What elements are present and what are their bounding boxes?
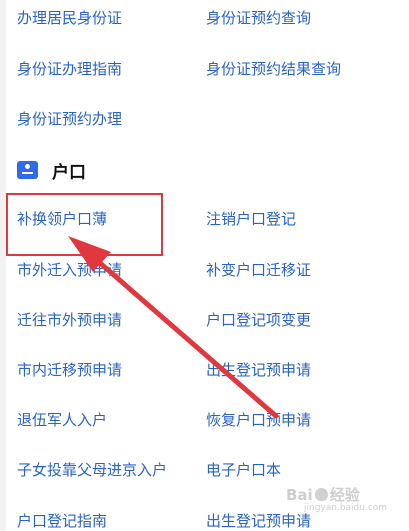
link-birth-registration-pre-apply[interactable]: 出生登记预申请 [206, 360, 311, 380]
link-id-appointment-query[interactable]: 身份证预约查询 [206, 8, 311, 28]
link-move-in-pre-apply[interactable]: 市外迁入预申请 [17, 260, 122, 280]
highlight-box [6, 193, 163, 256]
link-veteran-settlement[interactable]: 退伍军人入户 [17, 410, 107, 430]
link-reissue-migration-cert[interactable]: 补变户口迁移证 [206, 260, 311, 280]
watermark-brand-left: Bai [286, 486, 313, 504]
hukou-section-header: 户口 [17, 158, 86, 183]
link-hukou-registration-guide[interactable]: 户口登记指南 [17, 511, 107, 531]
link-hukou-item-change[interactable]: 户口登记项变更 [206, 310, 311, 330]
watermark-brand-right: 经验 [329, 486, 360, 504]
link-birth-registration-pre-apply-2[interactable]: 出生登记预申请 [206, 511, 311, 531]
link-in-city-move-pre-apply[interactable]: 市内迁移预申请 [17, 360, 122, 380]
link-id-appointment-result-query[interactable]: 身份证预约结果查询 [206, 59, 341, 79]
left-edge-divider [0, 0, 6, 531]
link-children-join-parents[interactable]: 子女投靠父母进京入户 [17, 460, 167, 480]
link-cancel-hukou-registration[interactable]: 注销户口登记 [206, 209, 296, 229]
link-id-card-guide[interactable]: 身份证办理指南 [17, 59, 122, 79]
paw-icon [314, 488, 328, 501]
hukou-section-title: 户口 [52, 162, 86, 183]
link-move-out-pre-apply[interactable]: 迁往市外预申请 [17, 310, 122, 330]
watermark-url: jingyan.baidu.com [304, 503, 388, 513]
link-electronic-hukou-book[interactable]: 电子户口本 [206, 460, 281, 480]
baidu-watermark: Bai 经验 [286, 484, 360, 505]
user-card-icon [17, 161, 38, 179]
link-id-appointment-apply[interactable]: 身份证预约办理 [17, 109, 122, 129]
link-apply-id-card[interactable]: 办理居民身份证 [17, 8, 122, 28]
link-restore-hukou-pre-apply[interactable]: 恢复户口预申请 [206, 410, 311, 430]
